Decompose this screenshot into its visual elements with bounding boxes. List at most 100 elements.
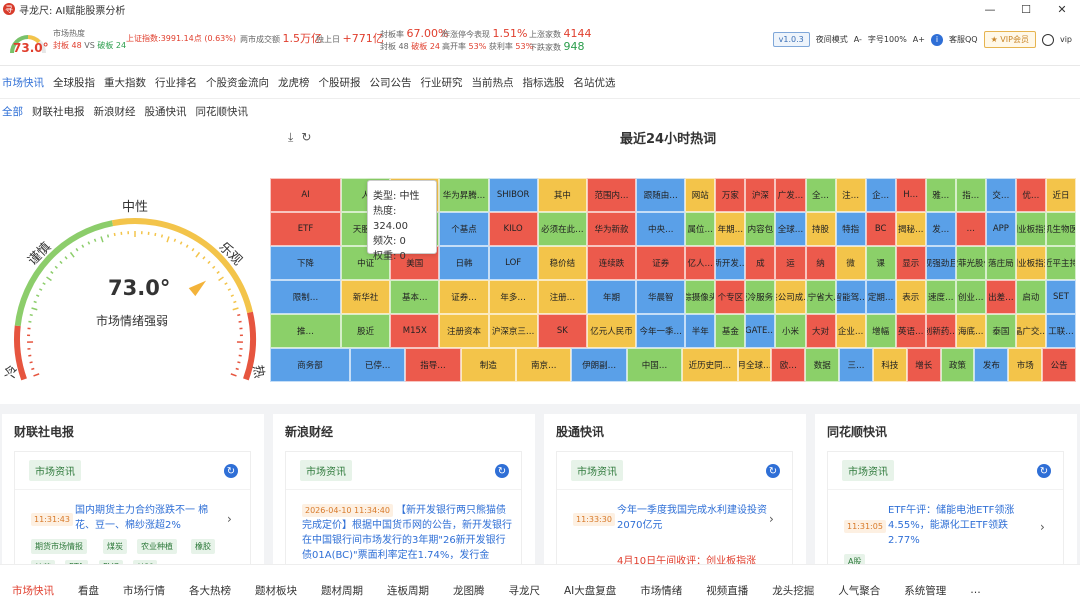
treemap-tile[interactable]: 华为新款 [586,212,637,246]
bottom-tab-1[interactable]: 看盘 [78,583,99,598]
maximize-button[interactable]: ☐ [1008,0,1044,18]
treemap-tile[interactable]: 增幅 [865,314,896,348]
treemap-tile[interactable]: 特指 [835,212,866,246]
treemap-tile[interactable]: 其中 [537,178,587,212]
user-name[interactable]: vip [1060,35,1072,44]
treemap-tile[interactable]: SK [537,314,587,348]
treemap-tile[interactable]: 广发… [775,178,806,212]
treemap-tile[interactable]: 运 [775,246,806,280]
user-icon[interactable] [1041,33,1054,46]
treemap-tile[interactable]: 定期… [865,280,896,314]
treemap-tile[interactable]: 沪深 [745,178,776,212]
treemap-tile[interactable]: 科技 [872,348,907,382]
treemap-tile[interactable]: 新开发… [715,246,746,280]
nav-tab-2[interactable]: 重大指数 [104,75,146,90]
bottom-tab-2[interactable]: 市场行情 [123,583,165,598]
treemap-tile[interactable]: 表示 [895,280,926,314]
treemap-tile[interactable]: 公告 [1042,348,1076,382]
treemap-tile[interactable]: 大对 [805,314,836,348]
bottom-tab-5[interactable]: 题材周期 [321,583,363,598]
treemap-tile[interactable]: 课 [865,246,896,280]
treemap-tile[interactable]: 创新药… [925,314,956,348]
treemap-tile[interactable]: 微 [835,246,866,280]
chevron-right-icon[interactable]: › [769,512,774,526]
nav-tab-3[interactable]: 行业排名 [155,75,197,90]
treemap-tile[interactable]: 南京… [516,348,572,382]
treemap-tile[interactable]: AI [270,178,342,212]
nav-tab-11[interactable]: 名站优选 [574,75,616,90]
treemap-tile[interactable]: 内容包 [745,212,776,246]
nav-tab-5[interactable]: 龙虎榜 [278,75,310,90]
treemap-tile[interactable]: SET [1045,280,1076,314]
treemap-tile[interactable]: 雅… [925,178,956,212]
treemap-tile[interactable]: 小米 [775,314,806,348]
treemap-tile[interactable]: 揭秘… [895,212,926,246]
bottom-tab-6[interactable]: 连板周期 [387,583,429,598]
treemap-tile[interactable]: 成 [745,246,776,280]
treemap-tile[interactable]: 华为昇腾… [439,178,489,212]
bottom-tab-4[interactable]: 题材板块 [255,583,297,598]
treemap-tile[interactable]: 中国… [626,348,683,382]
treemap-tile[interactable]: 全… [805,178,836,212]
treemap-tile[interactable]: 启动 [1015,280,1046,314]
treemap-tile[interactable]: 辽宁省大… [805,280,836,314]
subnav-tab-3[interactable]: 股通快讯 [145,104,187,119]
treemap-tile[interactable]: 显示 [895,246,926,280]
font-increase-button[interactable]: A+ [913,35,925,44]
treemap-tile[interactable]: H… [895,178,926,212]
treemap-tile[interactable]: 股近 [341,314,391,348]
treemap-tile[interactable]: 证券 [636,246,686,280]
treemap-tile[interactable]: KILO [488,212,538,246]
treemap-tile[interactable]: … [955,212,986,246]
treemap-tile[interactable]: 个专区 [715,280,746,314]
treemap-tile[interactable]: 基本… [390,280,440,314]
treemap-tile[interactable]: 发… [925,212,956,246]
night-mode-toggle[interactable]: 夜间模式 [816,34,848,45]
news-text[interactable]: ETF午评：储能电池ETF领涨4.55%，能源化工ETF领跌2.77% [888,503,1038,548]
treemap-tile[interactable]: 全球… [775,212,806,246]
treemap-tile[interactable]: 亿人… [685,246,716,280]
info-icon[interactable]: i [930,33,943,46]
news-tag[interactable]: 农业种植 [137,539,177,554]
treemap-tile[interactable]: 月全球… [737,348,772,382]
news-text[interactable]: 今年一季度我国完成水利建设投资2070亿元 [617,503,767,533]
refresh-icon[interactable]: ↻ [224,464,238,478]
treemap-tile[interactable]: 智能驾… [835,280,866,314]
treemap-tile[interactable]: 跟踪摄像头… [685,280,716,314]
treemap-tile[interactable]: 基金 [715,314,746,348]
treemap-tile[interactable]: 注册资本 [439,314,489,348]
treemap-tile[interactable]: 鼠机生物医… [1045,212,1076,246]
treemap-tile[interactable]: 亿元人民币 [586,314,637,348]
treemap-tile[interactable]: 交… [985,178,1016,212]
treemap-tile[interactable]: 今年一季… [636,314,686,348]
nav-tab-8[interactable]: 行业研究 [421,75,463,90]
bottom-tab-0[interactable]: 市场快讯 [12,583,54,598]
treemap-tile[interactable]: LOF [488,246,538,280]
treemap-tile[interactable]: 近日 [1045,178,1076,212]
treemap-tile[interactable]: 华晨智 [636,280,686,314]
download-icon[interactable]: ⤓ [288,130,293,145]
treemap-tile[interactable]: SHIBOR [488,178,538,212]
treemap-tile[interactable]: 液冷服务… [745,280,776,314]
treemap-tile[interactable]: 创业… [955,280,986,314]
treemap-tile[interactable]: 个基点 [439,212,489,246]
treemap-tile[interactable]: 日韩 [439,246,489,280]
treemap-tile[interactable]: 习近平主持… [1045,246,1076,280]
treemap-tile[interactable]: 数据 [805,348,840,382]
treemap-tile[interactable]: 企业… [835,314,866,348]
treemap-tile[interactable]: GATE… [745,314,776,348]
treemap-tile[interactable]: 欧菲光股价 [955,246,986,280]
treemap-tile[interactable]: 持股 [805,212,836,246]
treemap-tile[interactable]: 年期 [586,280,637,314]
treemap-tile[interactable]: 速度… [925,280,956,314]
news-tag[interactable]: 期货市场情报 [31,539,87,554]
version-badge[interactable]: v1.0.3 [772,32,810,47]
treemap-tile[interactable]: 该公司成… [775,280,806,314]
close-button[interactable]: ✕ [1044,0,1080,18]
treemap-tile[interactable]: ETF [270,212,342,246]
treemap-tile[interactable]: 增长 [906,348,941,382]
treemap-tile[interactable]: 中央… [636,212,686,246]
treemap-tile[interactable]: 海底… [955,314,986,348]
treemap-tile[interactable]: 跟随由… [636,178,686,212]
treemap-tile[interactable]: 稳价结 [537,246,587,280]
